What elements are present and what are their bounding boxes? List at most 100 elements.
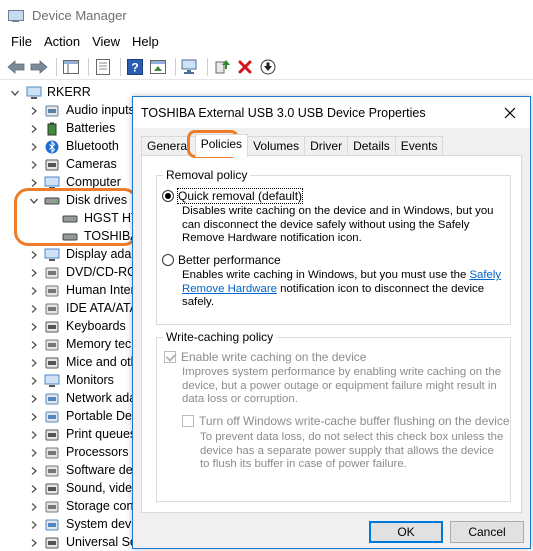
tree-category-item[interactable]: Processors — [0, 444, 140, 462]
properties-sheet-icon[interactable] — [93, 57, 113, 77]
chevron-right-icon[interactable] — [28, 429, 40, 441]
chevron-down-icon[interactable] — [28, 195, 40, 207]
chevron-down-icon[interactable] — [9, 87, 21, 99]
better-performance-description: Enables write caching in Windows, but yo… — [182, 269, 507, 310]
show-hide-console-tree-icon[interactable] — [61, 57, 81, 77]
tree-category-item[interactable]: Batteries — [0, 120, 140, 138]
update-driver-icon[interactable] — [212, 57, 232, 77]
tree-category-item[interactable]: System devic — [0, 516, 140, 534]
tree-category-item[interactable]: Memory tech — [0, 336, 140, 354]
chevron-right-icon[interactable] — [28, 285, 40, 297]
tab-general[interactable]: General — [141, 136, 196, 156]
enable-write-caching-checkmark[interactable] — [164, 351, 176, 363]
help-icon[interactable]: ? — [125, 57, 145, 77]
better-performance-radio[interactable]: Better performance — [162, 253, 281, 267]
tree-category-item[interactable]: Network ada — [0, 390, 140, 408]
enable-write-caching-checkbox[interactable]: Enable write caching on the device — [164, 350, 366, 364]
chevron-right-icon[interactable] — [28, 321, 40, 333]
cancel-button[interactable]: Cancel — [450, 521, 524, 543]
uninstall-device-icon[interactable] — [235, 57, 255, 77]
tree-category-item[interactable]: IDE ATA/ATA — [0, 300, 140, 318]
toolbar: ? — [0, 54, 533, 80]
hid-icon — [44, 284, 60, 298]
chevron-right-icon[interactable] — [28, 519, 40, 531]
enable-device-icon[interactable] — [258, 57, 278, 77]
quick-removal-radio-dot[interactable] — [162, 190, 174, 202]
tab-volumes[interactable]: Volumes — [247, 136, 306, 156]
tree-item-label: Monitors — [66, 373, 114, 387]
chevron-right-icon[interactable] — [28, 177, 40, 189]
toolbar-separator — [56, 57, 57, 76]
tab-details[interactable]: Details — [347, 136, 396, 156]
menu-action[interactable]: Action — [38, 32, 86, 52]
tree-child-item[interactable]: HGST HT — [0, 210, 140, 228]
chevron-right-icon[interactable] — [28, 465, 40, 477]
toolbar-separator — [175, 57, 176, 76]
chevron-right-icon[interactable] — [28, 357, 40, 369]
tree-category-item[interactable]: Audio inputs — [0, 102, 140, 120]
tree-category-item[interactable]: Universal Ser — [0, 534, 140, 551]
tab-strip: General Policies Volumes Driver Details … — [141, 134, 444, 157]
tab-driver[interactable]: Driver — [304, 136, 349, 156]
tree-category-item[interactable]: Mice and oth — [0, 354, 140, 372]
chevron-right-icon[interactable] — [28, 375, 40, 387]
storage-icon — [44, 500, 60, 514]
chevron-right-icon[interactable] — [28, 393, 40, 405]
tree-child-item[interactable]: TOSHIBA — [0, 228, 140, 246]
chevron-right-icon[interactable] — [28, 537, 40, 549]
better-performance-radio-dot[interactable] — [162, 254, 174, 266]
chevron-right-icon[interactable] — [28, 249, 40, 261]
chevron-right-icon[interactable] — [28, 483, 40, 495]
forward-arrow-icon[interactable] — [29, 57, 49, 77]
tree-item-label: Batteries — [66, 121, 116, 135]
turn-off-buffer-flushing-box[interactable] — [182, 415, 194, 427]
tree-category-item[interactable]: Computer — [0, 174, 140, 192]
back-arrow-icon[interactable] — [6, 57, 26, 77]
tree-root[interactable]: RKERR — [0, 84, 140, 102]
tree-item-label: Storage cont — [66, 499, 137, 513]
tree-category-item[interactable]: Software dev — [0, 462, 140, 480]
tree-category-item[interactable]: Bluetooth — [0, 138, 140, 156]
ok-button[interactable]: OK — [369, 521, 443, 543]
close-icon[interactable] — [490, 97, 530, 128]
turn-off-buffer-flushing-checkbox[interactable]: Turn off Windows write-cache buffer flus… — [182, 414, 510, 428]
ide-icon — [44, 302, 60, 316]
menu-view[interactable]: View — [86, 32, 126, 52]
chevron-right-icon[interactable] — [28, 267, 40, 279]
device-tree: RKERR Audio inputs Batteries Bluetooth Camer… — [0, 81, 140, 551]
tree-category-item[interactable]: Human Inter — [0, 282, 140, 300]
turn-off-buffer-flushing-label: Turn off Windows write-cache buffer flus… — [199, 414, 510, 428]
chevron-right-icon[interactable] — [28, 501, 40, 513]
tree-category-item[interactable]: Print queues — [0, 426, 140, 444]
tree-category-item[interactable]: Keyboards — [0, 318, 140, 336]
scan-hardware-icon[interactable] — [180, 57, 200, 77]
tab-events[interactable]: Events — [394, 136, 444, 156]
chevron-right-icon[interactable] — [28, 339, 40, 351]
tree-category-item[interactable]: Disk drives — [0, 192, 140, 210]
chevron-right-icon[interactable] — [28, 159, 40, 171]
chevron-right-icon[interactable] — [28, 303, 40, 315]
chevron-right-icon[interactable] — [28, 105, 40, 117]
tree-category-item[interactable]: Sound, video — [0, 480, 140, 498]
tree-item-label: Audio inputs — [66, 103, 135, 117]
tree-category-item[interactable]: Display adap — [0, 246, 140, 264]
better-performance-desc-text: Enables write caching in Windows, but yo… — [182, 269, 467, 281]
tree-category-item[interactable]: Cameras — [0, 156, 140, 174]
chevron-right-icon[interactable] — [28, 411, 40, 423]
tab-policies[interactable]: Policies — [194, 134, 249, 157]
chevron-right-icon[interactable] — [28, 447, 40, 459]
toolbar-separator — [207, 57, 208, 76]
action-pane-icon[interactable] — [148, 57, 168, 77]
tree-category-item[interactable]: Storage cont — [0, 498, 140, 516]
chevron-right-icon[interactable] — [28, 123, 40, 135]
quick-removal-radio[interactable]: Quick removal (default) — [162, 188, 304, 204]
tree-category-item[interactable]: DVD/CD-RO — [0, 264, 140, 282]
menu-file[interactable]: File — [0, 32, 38, 52]
tree-category-item[interactable]: Monitors — [0, 372, 140, 390]
memory-icon — [44, 338, 60, 352]
dvd-icon — [44, 266, 60, 280]
tree-item-label: Print queues — [66, 427, 137, 441]
chevron-right-icon[interactable] — [28, 141, 40, 153]
tree-category-item[interactable]: Portable Dev — [0, 408, 140, 426]
menu-help[interactable]: Help — [126, 32, 165, 52]
